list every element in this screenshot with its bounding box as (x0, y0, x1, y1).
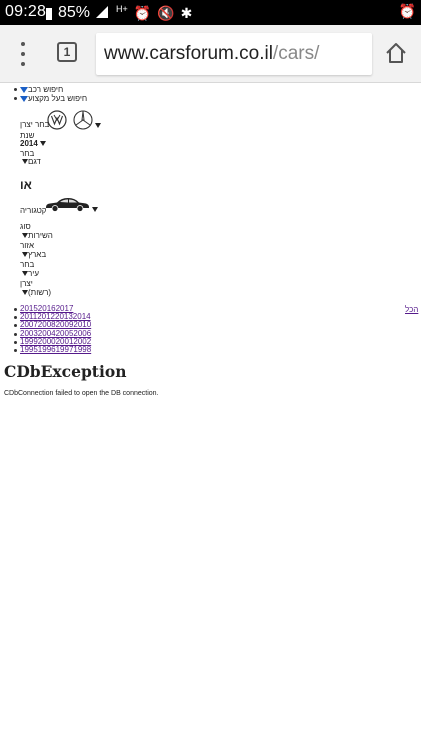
official-label: (רשות) (28, 288, 52, 297)
signal-icon (96, 5, 110, 21)
country-label: בארץ (28, 250, 47, 259)
year-dropdown-arrow[interactable] (39, 141, 46, 147)
city-label: עיר (28, 269, 40, 278)
battery-percent: 85% (58, 4, 91, 21)
list-item: 1995199619971998 (14, 345, 91, 354)
mute-icon: 🔇 (157, 4, 175, 21)
category-label: קטגוריה (20, 206, 47, 215)
dropdown-arrow-icon[interactable] (20, 95, 28, 102)
model-select[interactable]: דגם (20, 157, 41, 166)
overflow-menu-icon[interactable] (14, 42, 32, 66)
area-label: אזור (20, 241, 34, 250)
country-select[interactable]: בארץ (20, 250, 46, 259)
battery-icon (46, 8, 52, 20)
or-separator: או (20, 178, 32, 192)
year-link[interactable]: 1995199619971998 (20, 345, 91, 354)
url-path: /cars/ (272, 43, 320, 64)
nav-search-vehicle-label[interactable]: חיפוש רכב (28, 85, 63, 94)
category-dropdown-arrow[interactable] (92, 207, 98, 212)
year-links-list: 201520162017 2011201220132014 2007200820… (14, 304, 91, 354)
year-value: 2014 (20, 139, 38, 148)
maker-label: יצרן (20, 279, 33, 288)
url-host: www.carsforum.co.il (104, 43, 273, 64)
nav-search-vehicle[interactable]: חיפוש רכב (14, 85, 63, 94)
all-link[interactable]: הכל (405, 305, 418, 314)
browser-toolbar: 1 www.carsforum.co.il/cars/ (0, 25, 421, 83)
network-type: H+ (116, 4, 128, 14)
clock: 09:28 (5, 3, 47, 20)
maker-dropdown-arrow[interactable] (95, 123, 101, 128)
bluetooth-icon: ✱ (180, 4, 193, 21)
error-title: CDbException (4, 362, 127, 381)
select-maker-label: בחר יצרן (20, 120, 50, 129)
dropdown-arrow-icon[interactable] (20, 86, 28, 93)
mercedes-logo[interactable] (73, 110, 93, 135)
type-label: סוג (20, 222, 31, 231)
status-bar: 09:28 85% H+ ⏰ 🔇 ✱ ⏰ (0, 0, 421, 25)
services-label: השירות (28, 231, 53, 240)
car-icon[interactable] (44, 196, 90, 217)
year-select[interactable]: 2014 (20, 139, 46, 148)
home-icon[interactable] (385, 42, 407, 64)
nav-search-owner[interactable]: חיפוש בעל מקצוע (14, 94, 87, 103)
vw-logo[interactable] (47, 110, 67, 135)
city-select[interactable]: עיר (20, 269, 39, 278)
tab-switcher-button[interactable]: 1 (57, 42, 77, 62)
nav-search-owner-label[interactable]: חיפוש בעל מקצוע (28, 94, 87, 103)
services-select[interactable]: השירות (20, 231, 53, 240)
url-bar[interactable]: www.carsforum.co.il/cars/ (96, 33, 372, 75)
alarm-icon: ⏰ (133, 4, 152, 21)
model-label: דגם (28, 157, 41, 166)
choose-label-2: בחר (20, 260, 35, 269)
official-select[interactable]: (רשות) (20, 288, 51, 297)
alarm-clock-icon: ⏰ (398, 3, 416, 19)
status-icons: 85% H+ ⏰ 🔇 ✱ (46, 4, 192, 22)
error-message: CDbConnection failed to open the DB conn… (4, 390, 159, 397)
